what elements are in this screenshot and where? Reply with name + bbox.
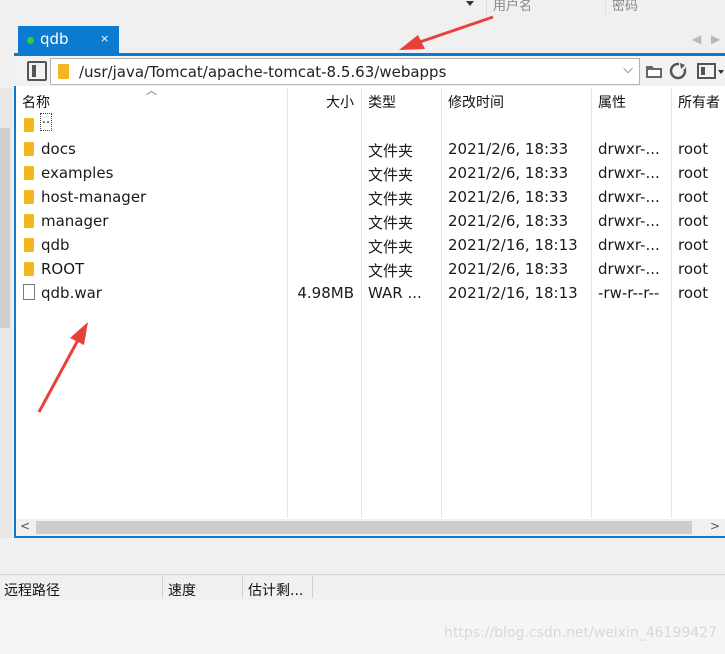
file-row[interactable]: ROOT 文件夹 2021/2/6, 18:33 drwxr-... root [16,257,725,281]
file-name: examples [41,164,114,182]
file-size: 4.98MB [297,284,354,302]
file-attributes: drwxr-... [598,164,660,182]
column-header-eta[interactable]: 估计剩... [248,580,303,600]
file-modified: 2021/2/6, 18:33 [448,212,569,230]
file-owner: root [678,236,709,254]
dropdown-arrow-icon[interactable] [466,1,474,6]
panel-splitter[interactable] [0,538,725,574]
file-owner: root [678,188,709,206]
file-type: WAR ... [368,284,422,302]
file-name: .. [40,113,52,131]
tab-prev-icon[interactable]: ◀ [692,32,701,46]
file-modified: 2021/2/6, 18:33 [448,140,569,158]
tab-label: qdb [40,30,69,48]
file-attributes: drwxr-... [598,212,660,230]
column-header-speed[interactable]: 速度 [168,580,196,600]
file-modified: 2021/2/6, 18:33 [448,188,569,206]
tab-qdb[interactable]: qdb × [18,26,119,54]
folder-icon [24,262,34,276]
tab-next-icon[interactable]: ▶ [711,32,720,46]
refresh-icon[interactable] [668,61,688,81]
folder-icon [24,214,34,228]
connected-status-icon [27,37,34,44]
file-name: ROOT [41,260,85,278]
file-row[interactable]: qdb 文件夹 2021/2/16, 18:13 drwxr-... root [16,233,725,257]
file-type: 文件夹 [368,262,414,280]
file-modified: 2021/2/16, 18:13 [448,236,578,254]
folder-icon [24,190,34,204]
folder-icon [24,142,34,156]
close-icon[interactable]: × [100,32,109,45]
horizontal-scrollbar[interactable]: < > [16,519,725,536]
column-header-remote-path[interactable]: 远程路径 [4,580,60,600]
path-input[interactable]: /usr/java/Tomcat/apache-tomcat-8.5.63/we… [50,58,640,85]
sort-ascending-icon: ︿ [146,84,157,97]
folder-icon [58,64,69,79]
file-icon [23,284,35,300]
folder-icon [24,166,34,180]
file-owner: root [678,164,709,182]
file-owner: root [678,140,709,158]
username-header: 用户名 [486,0,604,16]
file-row[interactable]: qdb.war 4.98MB WAR ... 2021/2/16, 18:13 -rw-… [16,281,725,305]
column-divider[interactable] [312,576,313,598]
file-modified: 2021/2/6, 18:33 [448,260,569,278]
watermark: https://blog.csdn.net/weixin_46199427 [443,625,717,641]
file-modified: 2021/2/6, 18:33 [448,164,569,182]
folder-icon [24,238,34,252]
scroll-right-icon[interactable]: > [710,519,720,533]
file-attributes: drwxr-... [598,140,660,158]
file-type: 文件夹 [368,214,414,232]
file-row[interactable]: docs 文件夹 2021/2/6, 18:33 drwxr-... root [16,137,725,161]
path-text: /usr/java/Tomcat/apache-tomcat-8.5.63/we… [79,63,447,81]
file-type: 文件夹 [368,166,414,184]
column-divider[interactable] [162,576,163,598]
scroll-thumb[interactable] [0,128,10,328]
file-attributes: drwxr-... [598,236,660,254]
file-name: docs [41,140,76,158]
column-header-owner[interactable]: 所有者 [678,92,720,112]
file-attributes: drwxr-... [598,188,660,206]
column-header-type[interactable]: 类型 [368,92,396,112]
view-mode-icon[interactable] [697,61,725,81]
scroll-thumb[interactable] [36,521,692,534]
file-row[interactable]: manager 文件夹 2021/2/6, 18:33 drwxr-... root [16,209,725,233]
file-modified: 2021/2/16, 18:13 [448,284,578,302]
column-header-modified[interactable]: 修改时间 [448,92,504,112]
file-attributes: drwxr-... [598,260,660,278]
file-name: manager [41,212,109,230]
file-type: 文件夹 [368,190,414,208]
file-row[interactable]: host-manager 文件夹 2021/2/6, 18:33 drwxr-... r… [16,185,725,209]
file-type: 文件夹 [368,238,414,256]
sidebar-toggle-icon[interactable] [27,61,47,81]
file-name: qdb.war [41,284,102,302]
file-owner: root [678,212,709,230]
folder-icon [24,118,34,132]
chevron-down-icon[interactable]: ⌵ [623,62,633,77]
folder-open-icon[interactable] [644,61,664,81]
file-owner: root [678,260,709,278]
scroll-left-icon[interactable]: < [20,519,30,533]
file-owner: root [678,284,709,302]
file-type: 文件夹 [368,142,414,160]
file-row[interactable]: examples 文件夹 2021/2/6, 18:33 drwxr-... root [16,161,725,185]
password-header: 密码 [605,0,725,16]
file-row[interactable]: .. [16,113,725,137]
file-attributes: -rw-r--r-- [598,284,660,302]
file-name: qdb [41,236,70,254]
transfer-queue-header [0,574,725,601]
file-name: host-manager [41,188,147,206]
column-divider[interactable] [242,576,243,598]
column-header-attributes[interactable]: 属性 [598,92,626,112]
column-header-name[interactable]: 名称 [22,92,50,112]
vertical-scrollbar[interactable] [0,88,12,538]
column-header-size[interactable]: 大小 [326,92,354,112]
